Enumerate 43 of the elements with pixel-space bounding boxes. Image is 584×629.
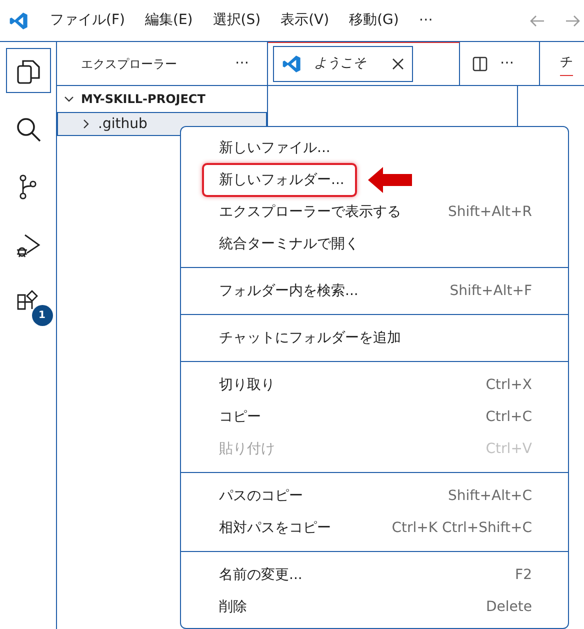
menu-option[interactable]: チャットにフォルダーを追加	[219, 328, 532, 348]
keyboard-shortcut: Shift+Alt+R	[448, 202, 532, 222]
keyboard-shortcut: Ctrl+K Ctrl+Shift+C	[392, 518, 532, 538]
menu-item[interactable]: 表示(V)	[280, 10, 330, 31]
menu-option[interactable]: エクスプローラーで表示する	[219, 202, 448, 222]
menu-item[interactable]: ファイル(F)	[50, 10, 125, 31]
menu-option[interactable]: 名前の変更...	[219, 564, 516, 586]
menu-option[interactable]: 新しいフォルダー...	[219, 170, 532, 190]
split-editor-icon[interactable]	[472, 56, 488, 72]
app-logo-icon	[9, 10, 29, 30]
keyboard-shortcut: Delete	[486, 598, 532, 616]
tab-label: ようこそ	[314, 55, 367, 74]
arrow-icon	[367, 166, 413, 194]
more-actions-button[interactable]: ⋯	[235, 53, 249, 74]
activity-button[interactable]: 1	[6, 280, 50, 325]
keyboard-shortcut: F2	[515, 566, 532, 584]
editor-tab[interactable]: チ	[560, 51, 573, 76]
menu-item[interactable]: ⋯	[418, 10, 433, 31]
keyboard-shortcut: Shift+Alt+F	[450, 282, 532, 300]
menu-item[interactable]: 選択(S)	[212, 10, 261, 31]
sidebar-title: エクスプローラー	[81, 56, 178, 72]
menu-item[interactable]: 移動(G)	[349, 10, 399, 31]
close-icon[interactable]	[392, 58, 404, 70]
keyboard-shortcut: Ctrl+C	[486, 408, 532, 426]
editor-tab[interactable]: ようこそ	[273, 46, 413, 82]
app-logo-icon	[282, 54, 302, 74]
keyboard-shortcut: Ctrl+V	[486, 440, 532, 458]
project-name[interactable]: MY-SKILL-PROJECT	[81, 90, 206, 108]
more-actions-button[interactable]: ⋯	[500, 53, 514, 74]
menu-option[interactable]: 削除	[219, 596, 486, 618]
menu-option[interactable]: パスのコピー	[219, 486, 448, 506]
menu-item[interactable]: 編集(E)	[144, 10, 193, 31]
keyboard-shortcut: Shift+Alt+C	[448, 486, 532, 506]
menu-option[interactable]: 統合ターミナルで開く	[219, 234, 532, 254]
folder-name: .github	[98, 114, 148, 134]
menu-option[interactable]: 切り取り	[219, 374, 486, 396]
notification-badge: 1	[32, 305, 52, 326]
menu-option[interactable]: 新しいファイル...	[219, 138, 532, 158]
menu-option[interactable]: コピー	[219, 406, 486, 428]
activity-button[interactable]	[6, 48, 50, 93]
keyboard-shortcut: Ctrl+X	[486, 376, 532, 394]
menu-option[interactable]: フォルダー内を検索...	[219, 280, 450, 302]
menu-option[interactable]: 相対パスをコピー	[219, 518, 392, 538]
